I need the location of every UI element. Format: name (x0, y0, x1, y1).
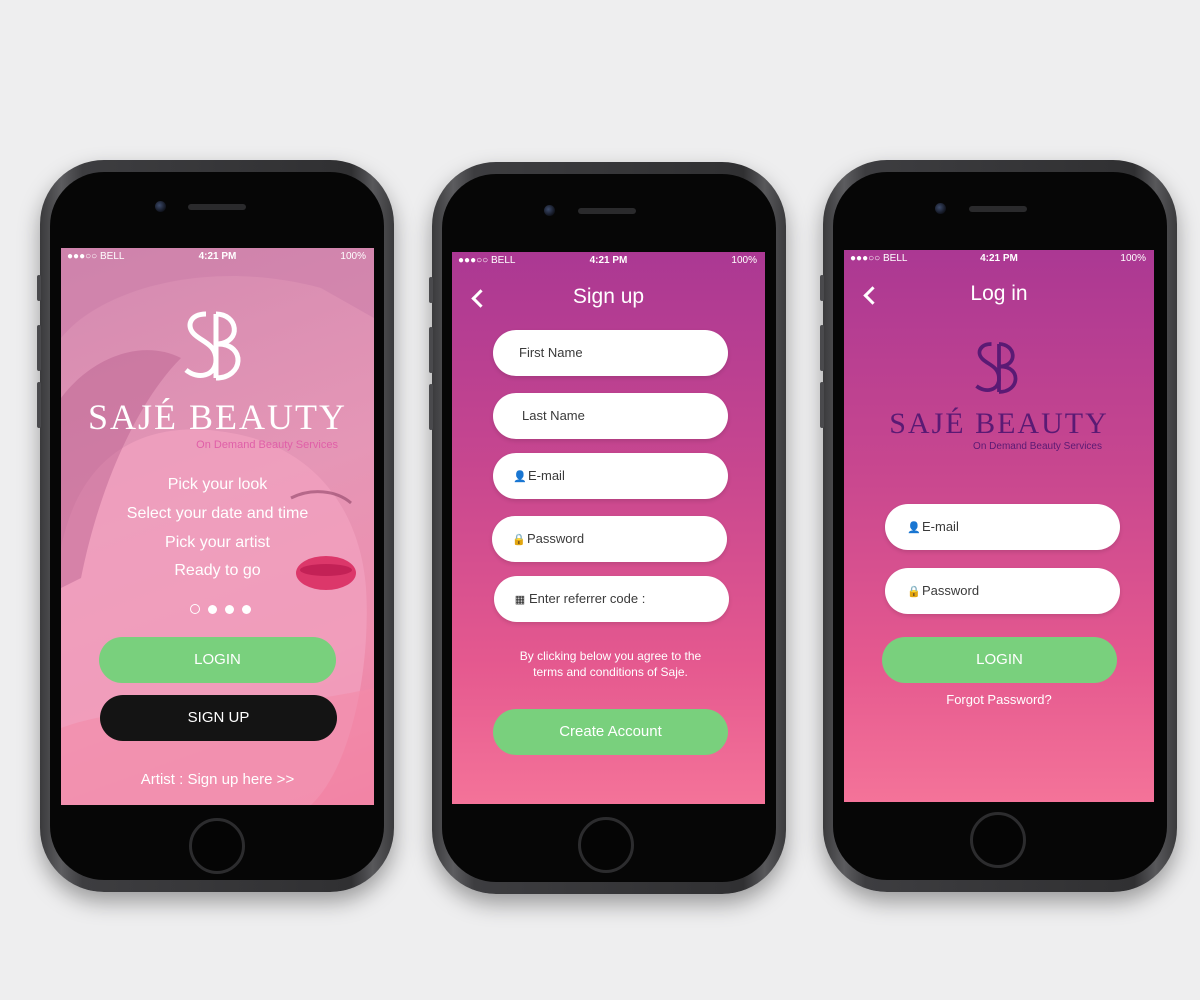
tagline-3: Pick your artist (165, 534, 270, 551)
clock-label: 4:21 PM (589, 255, 628, 266)
tagline-1: Pick your look (167, 476, 268, 493)
status-bar: ●●●○○ BELL 4:21 PM 100% (452, 252, 765, 270)
password-placeholder: Password (527, 531, 585, 546)
battery-label: 100% (340, 251, 366, 262)
email-placeholder: E-mail (922, 519, 959, 534)
brand-wordmark: SAJÉ BEAUTY (889, 407, 1109, 440)
first-name-field[interactable]: First Name (493, 330, 728, 376)
email-field[interactable]: 👤E-mail (493, 453, 728, 499)
battery-label: 100% (1120, 253, 1146, 264)
brand-tagline: On Demand Beauty Services (973, 441, 1102, 452)
referrer-code-field[interactable]: ▦ Enter referrer code : (494, 576, 729, 622)
status-bar: ●●●○○ BELL 4:21 PM 100% (61, 248, 374, 266)
brand-tagline: On Demand Beauty Services (196, 439, 338, 451)
tagline-4: Ready to go (174, 562, 261, 579)
forgot-password-link[interactable]: Forgot Password? (844, 692, 1154, 707)
welcome-screen: ●●●○○ BELL 4:21 PM 100% SAJÉ BEAUTY On D… (61, 248, 374, 805)
carousel-dots (190, 604, 270, 616)
signup-button[interactable]: SIGN UP (100, 695, 337, 741)
battery-label: 100% (731, 255, 757, 266)
clock-label: 4:21 PM (198, 251, 237, 262)
carousel-dot-4[interactable] (242, 605, 251, 614)
earpiece-speaker (578, 208, 636, 214)
screen-title: Log in (970, 282, 1028, 305)
lock-icon: 🔒 (512, 534, 526, 546)
password-placeholder: Password (922, 583, 980, 598)
referrer-placeholder: Enter referrer code : (529, 591, 646, 606)
home-button[interactable] (578, 817, 634, 873)
earpiece-speaker (188, 204, 246, 210)
lock-icon: 🔒 (907, 586, 921, 598)
sb-monogram-logo (975, 342, 1018, 394)
password-field[interactable]: 🔒Password (885, 568, 1120, 614)
phone-welcome: ●●●○○ BELL 4:21 PM 100% SAJÉ BEAUTY On D… (37, 160, 394, 892)
brand-wordmark: SAJÉ BEAUTY (87, 397, 347, 437)
home-button[interactable] (189, 818, 245, 874)
signup-screen: ●●●○○ BELL 4:21 PM 100% Sign up First Na… (452, 252, 765, 804)
login-button[interactable]: LOGIN (882, 637, 1117, 683)
login-button[interactable]: LOGIN (99, 637, 336, 683)
email-field[interactable]: 👤E-mail (885, 504, 1120, 550)
carousel-dot-3[interactable] (225, 605, 234, 614)
status-bar: ●●●○○ BELL 4:21 PM 100% (844, 250, 1154, 268)
qr-code-icon: ▦ (514, 594, 526, 606)
terms-text: By clicking below you agree to the terms… (519, 649, 702, 679)
first-name-placeholder: First Name (519, 345, 583, 360)
front-camera (544, 205, 555, 216)
carousel-dot-1[interactable] (190, 604, 200, 614)
sb-monogram-logo (184, 311, 241, 381)
phone-signup: ●●●○○ BELL 4:21 PM 100% Sign up First Na… (429, 162, 786, 894)
front-camera (155, 201, 166, 212)
login-screen: ●●●○○ BELL 4:21 PM 100% Log in SAJÉ BEAU… (844, 250, 1154, 802)
clock-label: 4:21 PM (980, 253, 1018, 264)
earpiece-speaker (969, 206, 1027, 212)
create-account-button[interactable]: Create Account (493, 709, 728, 755)
front-camera (935, 203, 946, 214)
password-field[interactable]: 🔒Password (492, 516, 727, 562)
last-name-placeholder: Last Name (522, 408, 585, 423)
phone-login: ●●●○○ BELL 4:21 PM 100% Log in SAJÉ BEAU… (820, 160, 1177, 892)
user-icon: 👤 (513, 471, 527, 483)
screen-title: Sign up (572, 285, 645, 308)
artist-signup-link[interactable]: Artist : Sign up here >> (61, 771, 374, 788)
user-icon: 👤 (907, 522, 921, 534)
tagline-2: Select your date and time (126, 505, 309, 522)
email-placeholder: E-mail (528, 468, 565, 483)
carousel-dot-2[interactable] (208, 605, 217, 614)
home-button[interactable] (970, 812, 1026, 868)
last-name-field[interactable]: Last Name (493, 393, 728, 439)
